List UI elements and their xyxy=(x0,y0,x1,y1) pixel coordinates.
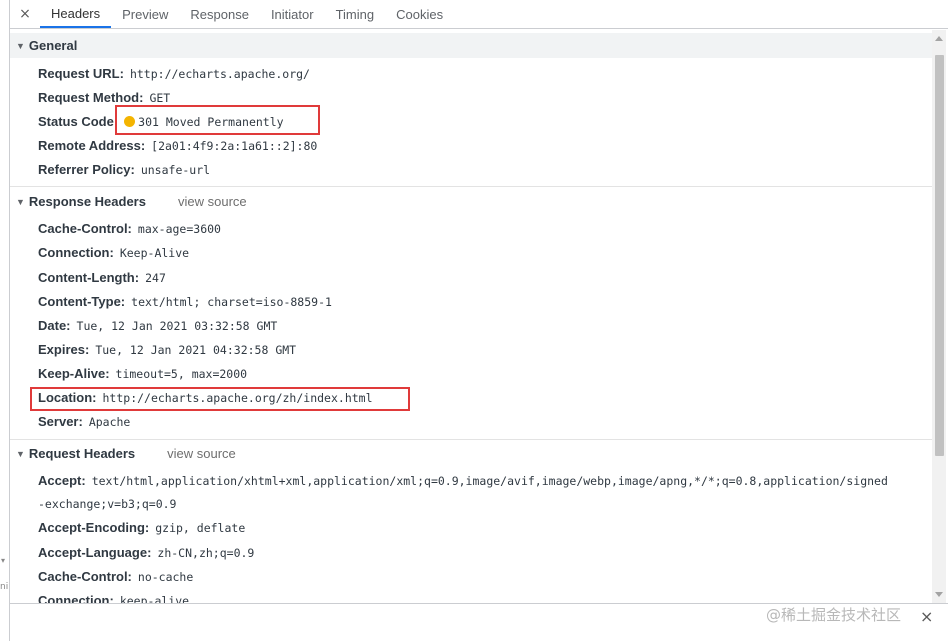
header-key: Expires: xyxy=(38,342,90,357)
header-value: text/html,application/xhtml+xml,applicat… xyxy=(91,474,888,488)
response-headers-title: Response Headers xyxy=(28,194,146,209)
vertical-scrollbar[interactable] xyxy=(932,30,946,603)
response-header-row: Cache-Control: max-age=3600 xyxy=(38,221,221,236)
response-headers-section-header[interactable]: ▼ Response Headers view source xyxy=(10,189,932,214)
header-key: Cache-Control: xyxy=(38,221,132,236)
general-section-header[interactable]: ▼ General xyxy=(10,33,932,58)
header-value: Tue, 12 Jan 2021 04:32:58 GMT xyxy=(95,343,297,357)
header-key: Connection: xyxy=(38,245,114,260)
header-value: gzip, deflate xyxy=(155,521,246,535)
status-dot-icon xyxy=(124,116,136,127)
header-key: Keep-Alive: xyxy=(38,366,110,381)
request-header-row: Accept: text/html,application/xhtml+xml,a… xyxy=(38,473,888,488)
header-value: Tue, 12 Jan 2021 03:32:58 GMT xyxy=(76,319,278,333)
general-title: General xyxy=(28,38,78,53)
response-header-row: Expires: Tue, 12 Jan 2021 04:32:58 GMT xyxy=(38,342,296,357)
header-value: 247 xyxy=(145,271,166,285)
tab-cookies[interactable]: Cookies xyxy=(385,0,454,28)
left-panel-gutter: ▾ ni xyxy=(0,0,10,641)
header-key: Connection: xyxy=(38,593,114,603)
response-header-row: Date: Tue, 12 Jan 2021 03:32:58 GMT xyxy=(38,318,277,333)
view-source-link[interactable]: view source xyxy=(178,194,247,209)
section-divider xyxy=(10,186,932,187)
header-key: Accept: xyxy=(38,473,86,488)
header-key: Location: xyxy=(38,390,97,405)
header-value: Apache xyxy=(88,415,131,429)
header-value: http://echarts.apache.org/zh/index.html xyxy=(102,391,373,405)
header-value: Keep-Alive xyxy=(119,246,190,260)
view-source-link[interactable]: view source xyxy=(167,446,236,461)
expand-triangle-icon: ▼ xyxy=(16,40,25,51)
header-key: Request URL: xyxy=(38,66,124,81)
gutter-arrow-icon: ▾ xyxy=(1,556,6,565)
watermark-text: @稀土掘金技术社区 xyxy=(766,606,902,624)
tab-response[interactable]: Response xyxy=(179,0,260,28)
scroll-down-arrow-icon[interactable] xyxy=(935,592,943,597)
request-header-row: Cache-Control: no-cache xyxy=(38,569,193,584)
response-header-row: Server: Apache xyxy=(38,414,130,429)
header-key: Content-Type: xyxy=(38,294,126,309)
header-value: -exchange;v=b3;q=0.9 xyxy=(38,497,177,511)
header-key: Accept-Encoding: xyxy=(38,520,150,535)
request-headers-section-header[interactable]: ▼ Request Headers view source xyxy=(10,441,932,466)
tab-headers[interactable]: Headers xyxy=(40,0,112,28)
header-key: Remote Address: xyxy=(38,138,146,153)
response-header-row: Location: http://echarts.apache.org/zh/in… xyxy=(38,390,373,405)
request-header-row: Accept-Language: zh-CN,zh;q=0.9 xyxy=(38,545,254,560)
response-header-row: Content-Length: 247 xyxy=(38,270,166,285)
request-headers-title: Request Headers xyxy=(28,446,136,461)
header-value: zh-CN,zh;q=0.9 xyxy=(157,546,255,560)
header-value: http://echarts.apache.org/ xyxy=(129,67,310,81)
general-row: Remote Address: [2a01:4f9:2a:1a61::2]:80 xyxy=(38,138,317,153)
header-value: keep-alive xyxy=(119,594,190,603)
response-header-row: Content-Type: text/html; charset=iso-8859… xyxy=(38,294,332,309)
response-header-row: Keep-Alive: timeout=5, max=2000 xyxy=(38,366,247,381)
bottom-drawer-bar: @稀土掘金技术社区 × xyxy=(10,603,948,641)
header-value: timeout=5, max=2000 xyxy=(115,367,248,381)
expand-triangle-icon: ▼ xyxy=(16,196,25,207)
response-header-row: Connection: Keep-Alive xyxy=(38,245,189,260)
gutter-text-fragment: ni xyxy=(0,582,9,592)
header-value: no-cache xyxy=(137,570,194,584)
header-key: Status Code: xyxy=(38,114,119,129)
scroll-up-arrow-icon[interactable] xyxy=(935,36,943,41)
header-value: text/html; charset=iso-8859-1 xyxy=(131,295,332,309)
header-key: Referrer Policy: xyxy=(38,162,135,177)
tab-timing[interactable]: Timing xyxy=(325,0,386,28)
expand-triangle-icon: ▼ xyxy=(16,448,25,459)
scrollbar-thumb[interactable] xyxy=(935,55,944,456)
header-key: Server: xyxy=(38,414,83,429)
header-key: Date: xyxy=(38,318,71,333)
tab-initiator[interactable]: Initiator xyxy=(260,0,325,28)
header-value: 301 Moved Permanently xyxy=(138,115,284,129)
general-row: Request URL: http://echarts.apache.org/ xyxy=(38,66,310,81)
request-header-row: Connection: keep-alive xyxy=(38,593,189,603)
devtools-tab-bar: × Headers Preview Response Initiator Tim… xyxy=(10,0,948,29)
header-key: Content-Length: xyxy=(38,270,140,285)
header-value: [2a01:4f9:2a:1a61::2]:80 xyxy=(151,139,318,153)
general-row: Status Code: 301 Moved Permanently xyxy=(38,114,284,129)
header-value: unsafe-url xyxy=(140,163,211,177)
general-row: Request Method: GET xyxy=(38,90,170,105)
header-key: Cache-Control: xyxy=(38,569,132,584)
header-value: GET xyxy=(149,91,171,105)
request-header-row: Accept-Encoding: gzip, deflate xyxy=(38,520,245,535)
general-row: Referrer Policy: unsafe-url xyxy=(38,162,210,177)
request-header-row-continuation: -exchange;v=b3;q=0.9 xyxy=(38,497,176,511)
header-key: Accept-Language: xyxy=(38,545,152,560)
close-drawer-icon[interactable]: × xyxy=(920,607,933,626)
headers-content: ▼ General Request URL: http://echarts.apa… xyxy=(10,30,932,603)
close-panel-icon[interactable]: × xyxy=(10,0,40,28)
header-value: max-age=3600 xyxy=(137,222,221,236)
header-key: Request Method: xyxy=(38,90,144,105)
section-divider xyxy=(10,439,932,440)
tab-preview[interactable]: Preview xyxy=(111,0,179,28)
